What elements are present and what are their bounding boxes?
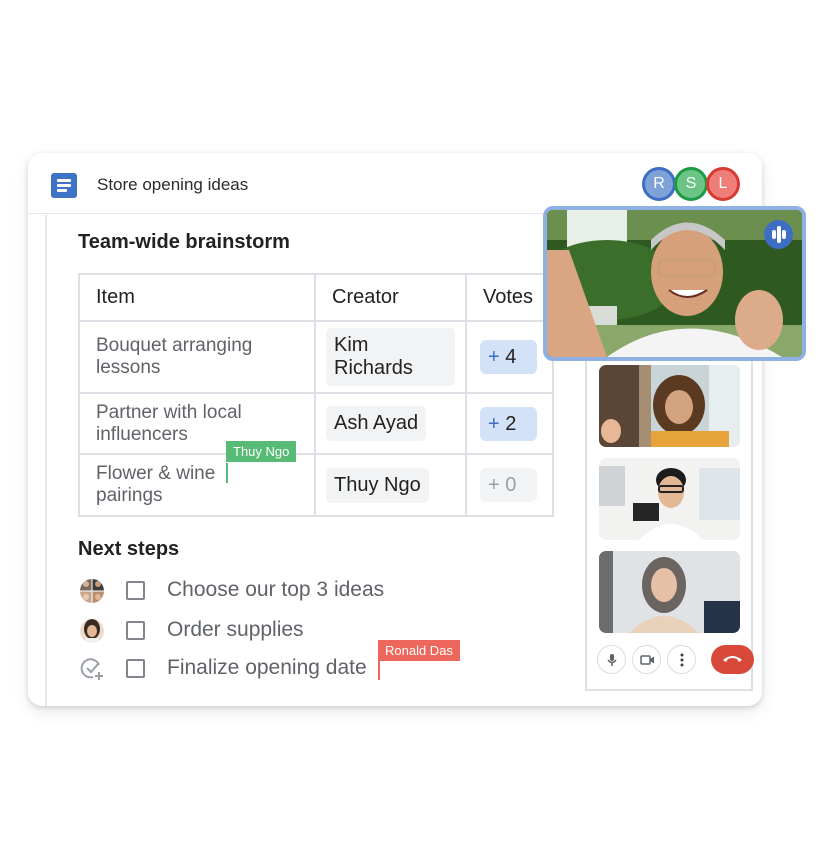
item-cell[interactable]: Bouquet arranging lessons (78, 320, 316, 394)
brainstorm-table: Item Creator Votes Bouquet arranging less… (78, 273, 554, 517)
page-margin-line (45, 215, 47, 706)
document-header: Store opening ideas R S L (28, 153, 762, 214)
table-row: Bouquet arranging lessons Kim Richards + … (78, 320, 554, 394)
speaking-indicator-icon (764, 220, 793, 249)
camera-button[interactable] (632, 645, 661, 674)
collaborator-cursor (226, 463, 228, 483)
hang-up-button[interactable] (711, 645, 754, 674)
hang-up-icon (723, 656, 742, 662)
collaborator-avatar-r[interactable]: R (642, 167, 676, 201)
column-header-item: Item (78, 273, 316, 322)
group-avatar[interactable] (80, 579, 104, 603)
creator-cell: Kim Richards (314, 320, 467, 394)
table-row: Partner with local influencers Ash Ayad +… (78, 392, 554, 455)
microphone-icon (607, 654, 617, 666)
microphone-button[interactable] (597, 645, 626, 674)
person-avatar[interactable] (80, 619, 104, 643)
person-chip[interactable]: Thuy Ngo (326, 467, 429, 503)
google-docs-icon[interactable] (51, 173, 77, 198)
participant-video-tile[interactable] (599, 458, 740, 540)
item-cell[interactable]: Flower & wine pairings (78, 453, 316, 517)
next-steps-heading: Next steps (78, 538, 180, 560)
collaborator-cursor-label: Thuy Ngo (226, 441, 297, 462)
table-header-row: Item Creator Votes (78, 273, 554, 322)
collaborator-avatar-l[interactable]: L (706, 167, 740, 201)
add-assignee-icon[interactable] (80, 657, 104, 681)
votes-cell: + 0 (465, 453, 554, 517)
vote-button[interactable]: + 4 (480, 340, 537, 374)
participant-video-tile[interactable] (599, 551, 740, 633)
vote-button[interactable]: + 0 (480, 468, 537, 502)
brainstorm-heading: Team-wide brainstorm (78, 231, 290, 253)
participant-video-tile[interactable] (599, 365, 740, 447)
document-title[interactable]: Store opening ideas (97, 175, 248, 195)
checkbox[interactable] (126, 581, 145, 600)
checklist-item: Choose our top 3 ideas (78, 576, 498, 606)
more-options-icon (680, 653, 684, 667)
collaborator-cursor-label: Ronald Das (378, 640, 460, 661)
collaborator-avatar-s[interactable]: S (674, 167, 708, 201)
column-header-votes: Votes (465, 273, 554, 322)
votes-cell: + 2 (465, 392, 554, 455)
table-row: Flower & wine pairings Thuy Ngo + 0 (78, 453, 554, 517)
creator-cell: Thuy Ngo (314, 453, 467, 517)
checkbox[interactable] (126, 621, 145, 640)
votes-cell: + 4 (465, 320, 554, 394)
collaborator-cursor (378, 660, 380, 680)
creator-cell: Ash Ayad (314, 392, 467, 455)
checklist-item-label[interactable]: Choose our top 3 ideas (167, 578, 384, 602)
more-options-button[interactable] (667, 645, 696, 674)
checklist-item-label[interactable]: Finalize opening date (167, 656, 367, 680)
camera-icon (640, 655, 654, 665)
person-chip[interactable]: Kim Richards (326, 328, 455, 386)
vote-button[interactable]: + 2 (480, 406, 537, 441)
main-speaker-video[interactable] (543, 206, 806, 361)
checklist-item-label[interactable]: Order supplies (167, 618, 304, 642)
checkbox[interactable] (126, 659, 145, 678)
column-header-creator: Creator (314, 273, 467, 322)
person-chip[interactable]: Ash Ayad (326, 406, 427, 441)
